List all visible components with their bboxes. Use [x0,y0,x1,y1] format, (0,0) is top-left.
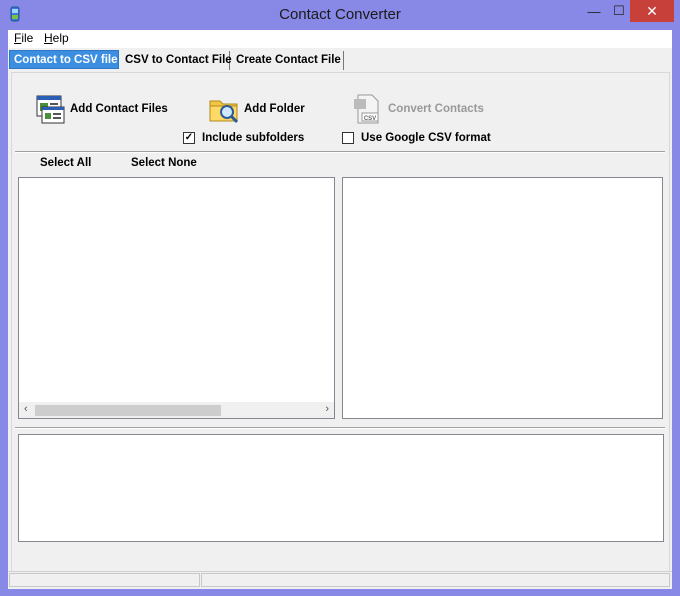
menu-help[interactable]: Help [44,31,69,45]
file-list-hscrollbar[interactable]: ‹ › [19,402,334,418]
include-subfolders-label: Include subfolders [202,132,305,144]
minimize-button[interactable]: — [580,0,608,22]
google-csv-checkbox[interactable]: Use Google CSV format [342,132,491,144]
include-subfolders-box[interactable]: ✓ [183,132,195,144]
add-folder-button[interactable]: Add Folder [208,93,305,125]
log-separator [15,427,665,429]
client-area: File Help Contact to CSV file CSV to Con… [8,30,672,589]
status-bar [8,571,672,589]
scroll-left-arrow-icon[interactable]: ‹ [24,403,28,415]
log-output-box[interactable] [18,434,664,542]
scroll-right-arrow-icon[interactable]: › [325,403,329,415]
title-bar[interactable]: Contact Converter — ☐ ✕ [0,0,680,30]
contact-details-list[interactable] [342,177,663,419]
google-csv-box[interactable] [342,132,354,144]
tab-create-contact[interactable]: Create Contact File [232,51,344,70]
status-pane-right [201,573,670,587]
csv-file-icon: CSV [354,94,379,124]
menu-help-accel: H [44,31,53,45]
add-contact-files-button[interactable]: Add Contact Files [34,93,168,125]
menu-file[interactable]: File [14,31,33,45]
add-contact-files-label: Add Contact Files [70,103,168,115]
scroll-thumb[interactable] [35,405,221,416]
folder-search-icon [209,100,239,124]
csv-icon-text: CSV [364,116,376,122]
include-subfolders-checkbox[interactable]: ✓ Include subfolders [183,132,304,144]
contact-file-list[interactable]: ‹ › [18,177,335,419]
app-window: Contact Converter — ☐ ✕ File Help Contac… [0,0,680,596]
tab-panel: Add Contact Files Add Folder CSV Convert… [11,72,670,580]
maximize-button[interactable]: ☐ [608,0,630,22]
convert-contacts-button[interactable]: CSV Convert Contacts [352,93,484,125]
select-all-link[interactable]: Select All [40,157,91,169]
tab-csv-to-contact[interactable]: CSV to Contact File [121,51,232,70]
tab-strip: Contact to CSV file CSV to Contact File … [8,50,672,70]
menu-help-label: elp [52,31,69,45]
window-title: Contact Converter [279,6,401,23]
menu-file-label: ile [21,31,34,45]
menu-bar: File Help [8,30,672,48]
status-pane-left [9,573,200,587]
toolbar-separator [15,151,665,153]
convert-contacts-label: Convert Contacts [388,103,484,115]
add-folder-label: Add Folder [244,103,305,115]
close-button[interactable]: ✕ [630,0,674,22]
select-none-link[interactable]: Select None [131,157,197,169]
google-csv-label: Use Google CSV format [361,132,491,144]
contact-files-icon [36,95,65,124]
tab-contact-to-csv[interactable]: Contact to CSV file [9,50,119,69]
